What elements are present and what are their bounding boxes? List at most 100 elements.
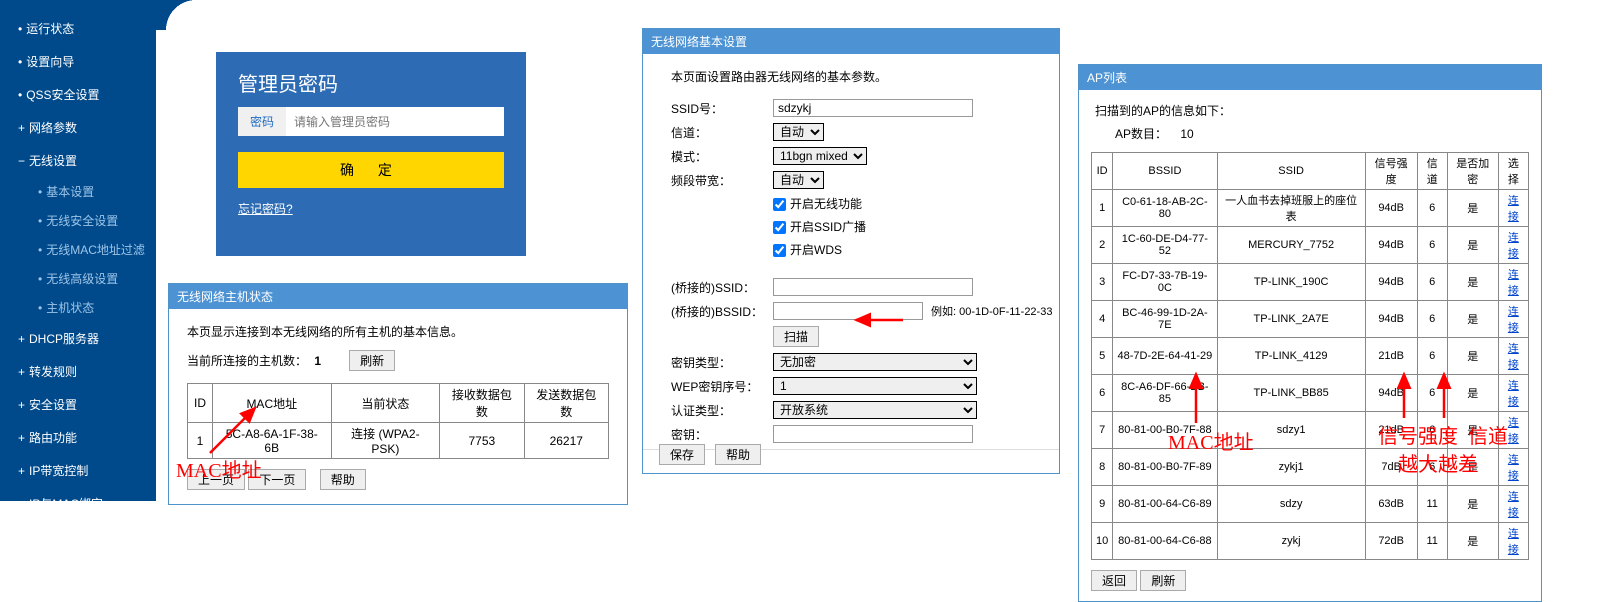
band-select[interactable]: 自动 xyxy=(773,171,824,189)
enable-ssid-checkbox[interactable] xyxy=(773,221,786,234)
connect-link[interactable]: 连接 xyxy=(1508,232,1519,260)
cell: 1 xyxy=(188,423,213,459)
connect-link[interactable]: 连接 xyxy=(1508,454,1519,482)
cell: 5C-A8-6A-1F-38-6B xyxy=(213,423,332,459)
sidebar-label: 无线安全设置 xyxy=(46,212,118,229)
bullet-icon: • xyxy=(38,243,42,257)
enable-wireless-checkbox[interactable] xyxy=(773,198,786,211)
sidebar-item-network[interactable]: +网络参数 xyxy=(0,111,156,144)
channel-select[interactable]: 自动 xyxy=(773,123,824,141)
sidebar-item-security[interactable]: + 安全设置 xyxy=(0,388,156,421)
table-row: 780-81-00-B0-7F-88sdzy121dB6是连接 xyxy=(1092,412,1529,449)
sidebar-item-wizard[interactable]: •设置向导 xyxy=(0,45,156,78)
wepidx-select[interactable]: 1 xyxy=(773,377,977,395)
col-header: ID xyxy=(1092,153,1113,190)
forgot-password-link[interactable]: 忘记密码? xyxy=(238,202,293,216)
cell: 是 xyxy=(1447,375,1498,412)
cell: FC-D7-33-7B-19-0C xyxy=(1113,264,1217,301)
password-label: 密码 xyxy=(238,107,286,136)
aplist-desc: 扫描到的AP的信息如下： xyxy=(1095,102,1529,119)
connect-link[interactable]: 连接 xyxy=(1508,195,1519,223)
password-input[interactable] xyxy=(286,109,504,135)
sidebar-sub-hosts[interactable]: •主机状态 xyxy=(0,293,156,322)
plus-icon: + xyxy=(18,398,25,412)
sidebar-sub-advanced[interactable]: • 无线高级设置 xyxy=(0,264,156,293)
wireless-header: 无线网络基本设置 xyxy=(643,29,1059,54)
bullet-icon: • xyxy=(18,22,22,36)
sidebar-sub-basic[interactable]: •基本设置 xyxy=(0,177,156,206)
cell: 连接 (WPA2-PSK) xyxy=(331,423,440,459)
cell: 一人血书去掉班服上的座位表 xyxy=(1217,190,1365,227)
sidebar-item-ipmac[interactable]: +IP与MAC绑定 xyxy=(0,487,156,520)
bridge-ssid-label: (桥接的)SSID： xyxy=(671,279,773,296)
connect-link[interactable]: 连接 xyxy=(1508,417,1519,445)
wepidx-label: WEP密钥序号： xyxy=(671,378,773,395)
bullet-icon: • xyxy=(38,272,42,286)
host-panel-header: 无线网络主机状态 xyxy=(169,284,627,309)
sidebar-item-forward[interactable]: +转发规则 xyxy=(0,355,156,388)
authtype-select[interactable]: 开放系统 xyxy=(773,401,977,419)
refresh-button[interactable]: 刷新 xyxy=(1140,570,1186,591)
key-input[interactable] xyxy=(773,425,973,443)
cell: 1C-60-DE-D4-77-52 xyxy=(1113,227,1217,264)
corner-decoration xyxy=(156,0,196,30)
plus-icon: + xyxy=(18,365,25,379)
bridge-bssid-input[interactable] xyxy=(773,302,923,320)
connect-link[interactable]: 连接 xyxy=(1508,269,1519,297)
cell: 94dB xyxy=(1365,301,1417,338)
help-button[interactable]: 帮助 xyxy=(320,469,366,490)
sidebar-item-qss[interactable]: •QSS安全设置 xyxy=(0,78,156,111)
sidebar-item-bandwidth[interactable]: +IP带宽控制 xyxy=(0,454,156,487)
sidebar-item-dhcp[interactable]: +DHCP服务器 xyxy=(0,322,156,355)
col-header: BSSID xyxy=(1113,153,1217,190)
connect-link[interactable]: 连接 xyxy=(1508,528,1519,556)
cell: 是 xyxy=(1447,412,1498,449)
sidebar-item-wireless[interactable]: −无线设置 xyxy=(0,144,156,177)
confirm-button[interactable]: 确 定 xyxy=(238,152,504,188)
enable-wds-checkbox[interactable] xyxy=(773,244,786,257)
sidebar-sub-macfilter[interactable]: •无线MAC地址过滤 xyxy=(0,235,156,264)
mode-select[interactable]: 11bgn mixed xyxy=(773,147,867,165)
help-button[interactable]: 帮助 xyxy=(715,444,761,465)
bridge-ssid-input[interactable] xyxy=(773,278,973,296)
cell: 48-7D-2E-64-41-29 xyxy=(1113,338,1217,375)
sidebar-item-route[interactable]: +路由功能 xyxy=(0,421,156,454)
aplist-panel: AP列表 扫描到的AP的信息如下： AP数目： 10 IDBSSIDSSID信号… xyxy=(1078,64,1542,602)
prev-button[interactable]: 上一页 xyxy=(187,469,245,490)
connect-link[interactable]: 连接 xyxy=(1508,380,1519,408)
cell: 1 xyxy=(1092,190,1113,227)
table-row: 1C0-61-18-AB-2C-80一人血书去掉班服上的座位表94dB6是连接 xyxy=(1092,190,1529,227)
save-button[interactable]: 保存 xyxy=(659,444,705,465)
apcount-row: AP数目： 10 xyxy=(1115,125,1529,142)
cell: 7 xyxy=(1092,412,1113,449)
cell: zykj xyxy=(1217,523,1365,560)
col-header: 接收数据包数 xyxy=(440,384,524,423)
cb-label: 开启WDS xyxy=(790,243,842,257)
connect-link[interactable]: 连接 xyxy=(1508,343,1519,371)
cell: 7dB xyxy=(1365,449,1417,486)
connect-link[interactable]: 连接 xyxy=(1508,306,1519,334)
host-table: IDMAC地址当前状态接收数据包数发送数据包数 15C-A8-6A-1F-38-… xyxy=(187,383,609,459)
keytype-label: 密钥类型： xyxy=(671,354,773,371)
back-button[interactable]: 返回 xyxy=(1091,570,1137,591)
next-button[interactable]: 下一页 xyxy=(248,469,306,490)
key-label: 密钥： xyxy=(671,426,773,443)
channel-label: 信道： xyxy=(671,124,773,141)
cell: 94dB xyxy=(1365,227,1417,264)
sidebar-item-status[interactable]: •运行状态 xyxy=(0,12,156,45)
sidebar-label: 基本设置 xyxy=(46,183,94,200)
apcount-label: AP数目： xyxy=(1115,127,1167,141)
connect-link[interactable]: 连接 xyxy=(1508,491,1519,519)
scan-button[interactable]: 扫描 xyxy=(773,326,819,347)
ssid-input[interactable] xyxy=(773,99,973,117)
cell: TP-LINK_4129 xyxy=(1217,338,1365,375)
cell: 11 xyxy=(1417,486,1447,523)
sidebar-label: 无线高级设置 xyxy=(46,270,118,287)
sidebar-label: 安全设置 xyxy=(29,396,77,413)
sidebar-sub-security[interactable]: •无线安全设置 xyxy=(0,206,156,235)
refresh-button[interactable]: 刷新 xyxy=(349,350,395,371)
keytype-select[interactable]: 无加密 xyxy=(773,353,977,371)
apcount-value: 10 xyxy=(1180,127,1193,141)
cell: 80-81-00-64-C6-88 xyxy=(1113,523,1217,560)
cell: 21dB xyxy=(1365,338,1417,375)
